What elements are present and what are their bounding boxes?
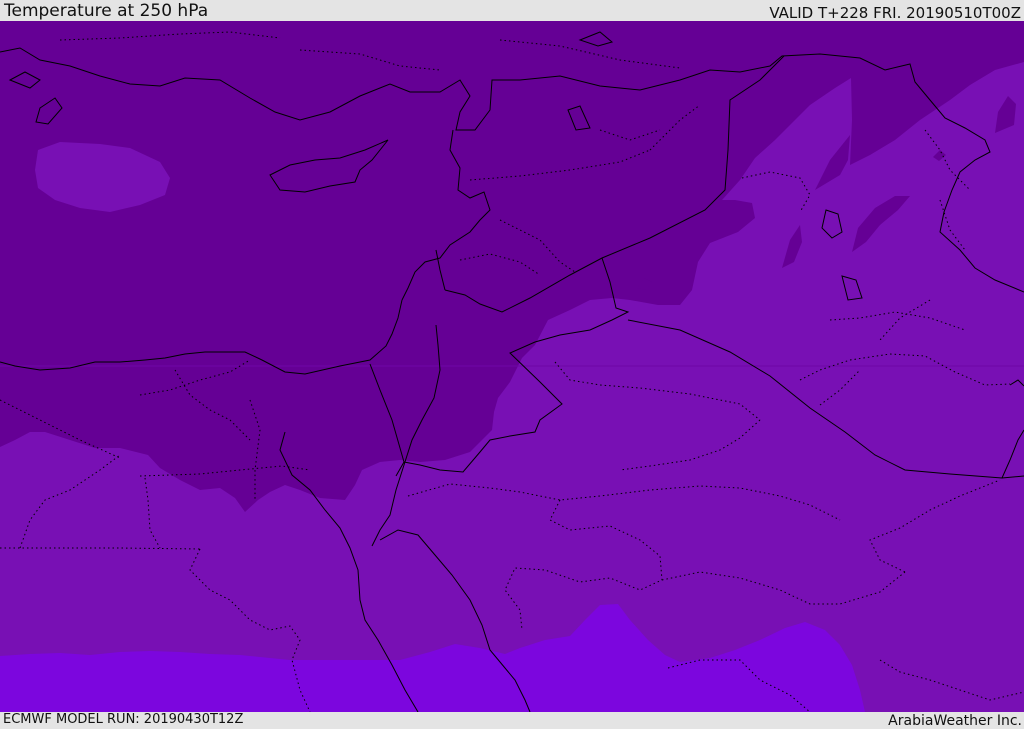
model-run-label: ECMWF MODEL RUN: 20190430T12Z xyxy=(3,712,244,727)
footer-bar: ECMWF MODEL RUN: 20190430T12Z ArabiaWeat… xyxy=(0,712,1024,729)
map-canvas xyxy=(0,21,1024,712)
header-bar: Temperature at 250 hPa VALID T+228 FRI. … xyxy=(0,0,1024,21)
map-title: Temperature at 250 hPa xyxy=(4,1,209,21)
weather-map[interactable] xyxy=(0,21,1024,712)
credit-label: ArabiaWeather Inc. xyxy=(888,713,1022,729)
valid-time: VALID T+228 FRI. 20190510T00Z xyxy=(769,4,1021,22)
